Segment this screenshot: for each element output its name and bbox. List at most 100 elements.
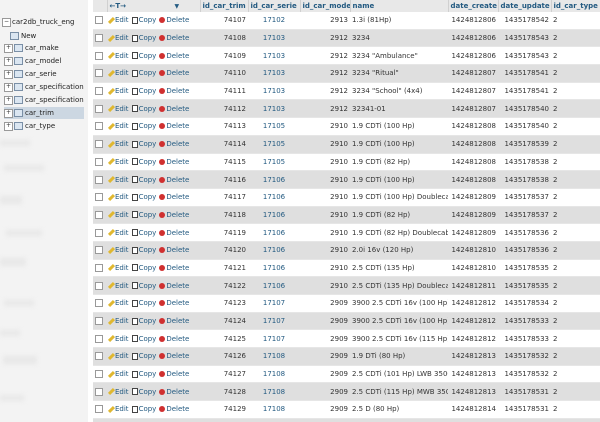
delete-action[interactable]: Delete [159,87,189,95]
cell-id-car-serie[interactable]: 17103 [248,99,300,119]
row-checkbox[interactable] [95,140,103,149]
edit-action[interactable]: Edit [107,211,129,219]
copy-link[interactable]: Copy [139,16,157,24]
sidebar-table-item[interactable]: + car_serie [4,68,84,80]
cell-id-car-serie[interactable]: 17103 [248,64,300,83]
cell-name[interactable]: 2.8 TDi (114 Hp) [350,418,448,422]
row-checkbox[interactable] [95,34,103,43]
cell-id-car-trim[interactable]: 74111 [200,82,248,101]
delete-link[interactable]: Delete [166,388,189,396]
delete-link[interactable]: Delete [166,52,189,60]
copy-link[interactable]: Copy [139,282,157,290]
delete-action[interactable]: Delete [159,317,189,325]
copy-link[interactable]: Copy [139,264,157,272]
cell-id-car-serie[interactable]: 17106 [248,223,300,242]
edit-action[interactable]: Edit [107,335,129,343]
copy-link[interactable]: Copy [139,370,157,378]
cell-date-update[interactable]: 1435178540 [498,99,551,119]
copy-link[interactable]: Copy [139,34,157,42]
cell-id-car-model[interactable]: 2913 [300,12,350,30]
cell-date-create[interactable]: 1424812814 [448,418,498,422]
expand-icon[interactable]: + [4,95,13,105]
edit-link[interactable]: Edit [115,405,129,413]
delete-link[interactable]: Delete [166,405,189,413]
delete-action[interactable]: Delete [159,69,189,77]
cell-name[interactable]: 1.3i (81Hp) [350,12,448,30]
cell-date-update[interactable]: 1435178536 [498,241,551,260]
cell-date-create[interactable]: 1424812808 [448,153,498,172]
edit-link[interactable]: Edit [115,352,129,360]
cell-name[interactable]: 3900 2.5 CDTi 16v (100 Hp) [350,312,448,331]
cell-id-car-model[interactable]: 2912 [300,82,350,101]
cell-id-car-serie[interactable]: 17105 [248,153,300,172]
cell-name[interactable]: 2.5 CDTi (101 Hp) LWB 3500 [350,365,448,384]
copy-link[interactable]: Copy [139,69,157,77]
cell-name[interactable]: 1.9 CDTi (100 Hp) [350,117,448,136]
header-id-car-model[interactable]: id_car_model [300,0,351,12]
edit-action[interactable]: Edit [107,69,129,77]
cell-id-car-trim[interactable]: 74116 [200,170,248,189]
copy-link[interactable]: Copy [139,176,157,184]
cell-date-create[interactable]: 1424812807 [448,64,498,83]
cell-id-car-type[interactable]: 2 [551,241,600,260]
copy-link[interactable]: Copy [139,193,157,201]
cell-name[interactable]: 1.9 CDTi (82 Hp) [350,206,448,225]
row-checkbox[interactable] [95,352,103,361]
cell-id-car-model[interactable]: 2910 [300,241,350,260]
copy-link[interactable]: Copy [139,87,157,95]
cell-name[interactable]: 32341-01 [350,99,448,119]
cell-id-car-serie[interactable]: 17103 [248,29,300,48]
cell-id-car-model[interactable]: 2909 [300,294,350,313]
delete-link[interactable]: Delete [166,122,189,130]
copy-action[interactable]: Copy [131,87,157,95]
copy-link[interactable]: Copy [139,158,157,166]
cell-date-update[interactable]: 1435178541 [498,82,551,101]
row-checkbox[interactable] [95,175,103,184]
cell-date-create[interactable]: 1424812813 [448,365,498,384]
delete-action[interactable]: Delete [159,158,189,166]
delete-link[interactable]: Delete [166,211,189,219]
cell-id-car-trim[interactable]: 74121 [200,259,248,278]
copy-action[interactable]: Copy [131,299,157,307]
cell-id-car-type[interactable]: 2 [551,382,600,402]
edit-link[interactable]: Edit [115,193,129,201]
edit-action[interactable]: Edit [107,352,129,360]
edit-link[interactable]: Edit [115,299,129,307]
cell-name[interactable]: 2.5 CDTi (135 Hp) Doublecab [350,276,448,295]
cell-id-car-type[interactable]: 2 [551,347,600,366]
cell-id-car-model[interactable]: 2912 [300,29,350,48]
edit-action[interactable]: Edit [107,34,129,42]
cell-id-car-trim[interactable]: 74109 [200,46,248,66]
cell-name[interactable]: 3234 "School" (4x4) [350,82,448,101]
cell-id-car-type[interactable]: 2 [551,12,600,30]
cell-date-create[interactable]: 1424812810 [448,259,498,278]
delete-action[interactable]: Delete [159,370,189,378]
cell-id-car-serie[interactable]: 17106 [248,188,300,207]
cell-id-car-trim[interactable]: 74124 [200,312,248,331]
copy-action[interactable]: Copy [131,370,157,378]
edit-action[interactable]: Edit [107,193,129,201]
cell-id-car-model[interactable]: 2909 [300,418,350,422]
cell-id-car-trim[interactable]: 74126 [200,347,248,366]
copy-link[interactable]: Copy [139,299,157,307]
cell-id-car-model[interactable]: 2909 [300,312,350,331]
row-checkbox[interactable] [95,87,103,96]
sort-arrow-icon[interactable]: ▼ [174,3,179,10]
cell-date-update[interactable]: 1435178535 [498,276,551,295]
cell-date-create[interactable]: 1424812813 [448,347,498,366]
cell-name[interactable]: 1.9 DTi (80 Hp) [350,347,448,366]
copy-action[interactable]: Copy [131,264,157,272]
cell-id-car-trim[interactable]: 74130 [200,418,248,422]
cell-id-car-serie[interactable]: 17106 [248,206,300,225]
sidebar-table-item[interactable]: + car_specification [4,81,84,93]
cell-id-car-type[interactable]: 2 [551,29,600,48]
cell-date-update[interactable]: 1435178531 [498,400,551,419]
cell-date-create[interactable]: 1424812809 [448,188,498,207]
edit-action[interactable]: Edit [107,176,129,184]
cell-id-car-type[interactable]: 2 [551,365,600,384]
cell-date-update[interactable]: 1435178538 [498,153,551,172]
delete-link[interactable]: Delete [166,176,189,184]
cell-name[interactable]: 2.5 D (80 Hp) [350,400,448,419]
edit-action[interactable]: Edit [107,299,129,307]
row-checkbox[interactable] [95,387,103,396]
